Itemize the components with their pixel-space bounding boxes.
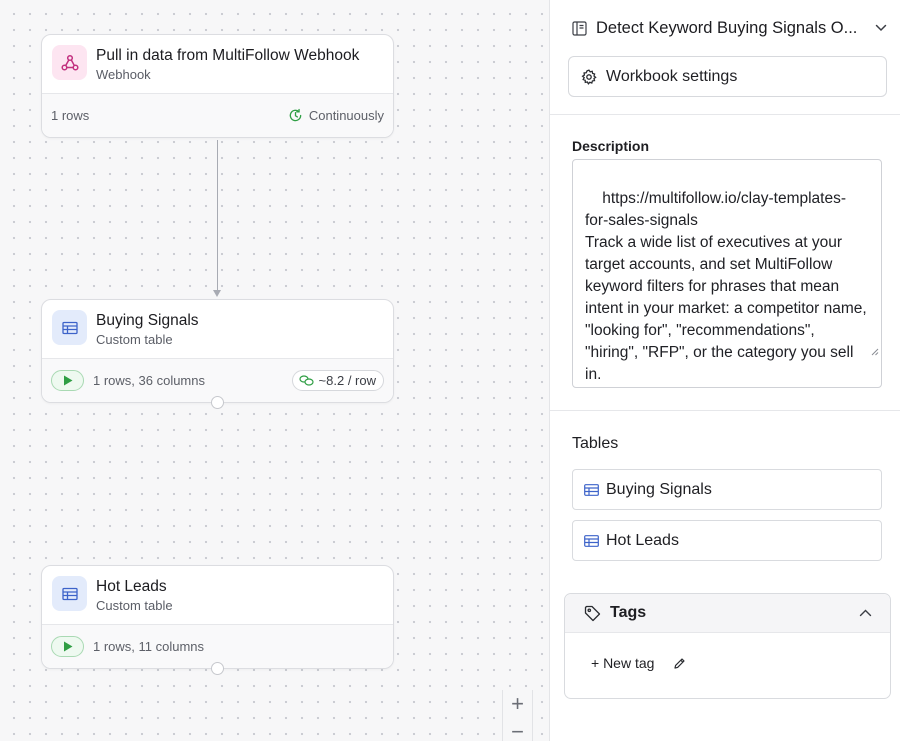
tables-label: Tables bbox=[572, 435, 619, 452]
tags-header[interactable]: Tags bbox=[565, 594, 890, 633]
webhook-node[interactable]: Pull in data from MultiFollow Webhook We… bbox=[41, 34, 394, 138]
workbook-icon bbox=[572, 20, 587, 36]
refresh-clock-icon bbox=[288, 108, 303, 123]
table-link-hot-leads[interactable]: Hot Leads bbox=[572, 520, 882, 561]
workbook-title: Detect Keyword Buying Signals O... bbox=[596, 18, 856, 37]
workbook-panel: Detect Keyword Buying Signals O... Workb… bbox=[549, 0, 900, 741]
tags-section: Tags + New tag bbox=[564, 593, 891, 699]
buying-signals-node[interactable]: Buying Signals Custom table 1 rows, 36 c… bbox=[41, 299, 394, 409]
row-column-count: 1 rows, 11 columns bbox=[93, 639, 205, 654]
run-button[interactable] bbox=[51, 636, 84, 657]
tag-icon bbox=[584, 605, 601, 622]
description-textarea[interactable]: https://multifollow.io/clay-templates-fo… bbox=[572, 159, 882, 388]
node-title: Pull in data from MultiFollow Webhook bbox=[96, 47, 360, 64]
run-button[interactable] bbox=[51, 370, 84, 391]
workbook-title-dropdown[interactable]: Detect Keyword Buying Signals O... bbox=[572, 17, 887, 39]
description-text: https://multifollow.io/clay-templates-fo… bbox=[585, 190, 867, 383]
zoom-controls: + − bbox=[502, 690, 533, 741]
new-tag-button[interactable]: + New tag bbox=[591, 655, 654, 671]
run-schedule: Continuously bbox=[308, 108, 384, 123]
divider bbox=[550, 410, 900, 411]
connection-handle[interactable] bbox=[211, 662, 224, 675]
workbook-settings-label: Workbook settings bbox=[606, 67, 738, 85]
zoom-in-button[interactable]: + bbox=[503, 690, 532, 718]
table-link-label: Buying Signals bbox=[606, 480, 712, 498]
row-count: 1 rows bbox=[51, 108, 90, 123]
zoom-out-button[interactable]: − bbox=[503, 718, 532, 741]
table-link-buying-signals[interactable]: Buying Signals bbox=[572, 469, 882, 510]
table-link-label: Hot Leads bbox=[606, 531, 679, 549]
play-icon bbox=[63, 375, 72, 386]
description-label: Description bbox=[572, 138, 650, 154]
workbook-settings-button[interactable]: Workbook settings bbox=[568, 56, 887, 97]
cost-per-row: ~8.2 / row bbox=[318, 373, 376, 388]
webhook-icon bbox=[52, 45, 87, 80]
pencil-icon[interactable] bbox=[673, 657, 686, 670]
connection-handle[interactable] bbox=[211, 396, 224, 409]
chevron-up-icon[interactable] bbox=[859, 609, 872, 617]
node-subtitle: Webhook bbox=[96, 67, 151, 82]
node-title: Hot Leads bbox=[96, 578, 167, 595]
edge-connector bbox=[217, 140, 218, 294]
table-icon bbox=[52, 310, 87, 345]
gear-icon bbox=[581, 68, 597, 85]
chevron-down-icon bbox=[875, 24, 887, 32]
tags-label: Tags bbox=[610, 604, 647, 621]
credit-cost-badge: ~8.2 / row bbox=[291, 370, 384, 391]
node-title: Buying Signals bbox=[96, 312, 199, 329]
table-icon bbox=[52, 576, 87, 611]
edge-arrow bbox=[213, 290, 221, 297]
table-icon bbox=[584, 534, 599, 547]
hot-leads-node[interactable]: Hot Leads Custom table 1 rows, 11 column… bbox=[41, 565, 394, 675]
divider bbox=[550, 114, 900, 115]
node-subtitle: Custom table bbox=[96, 332, 173, 347]
workflow-canvas[interactable]: Pull in data from MultiFollow Webhook We… bbox=[0, 0, 549, 741]
row-column-count: 1 rows, 36 columns bbox=[93, 373, 205, 388]
node-subtitle: Custom table bbox=[96, 598, 173, 613]
play-icon bbox=[63, 641, 72, 652]
coins-icon bbox=[298, 375, 314, 386]
table-icon bbox=[584, 483, 599, 496]
resize-handle-icon[interactable] bbox=[845, 319, 879, 385]
